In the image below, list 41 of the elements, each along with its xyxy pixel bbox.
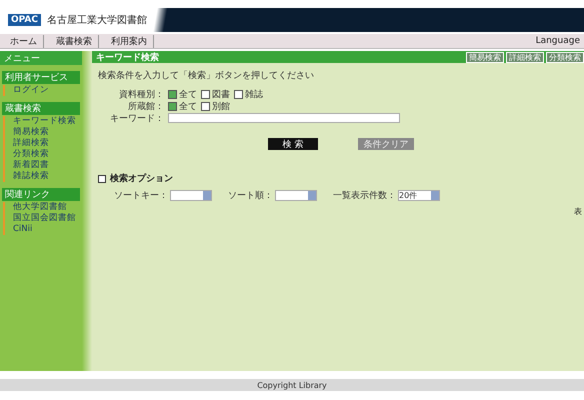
nav-link[interactable]: 蔵書検索 [50,34,99,48]
checkbox-label: 別館 [212,100,230,112]
checkbox[interactable] [201,102,210,110]
side-note: 表 [574,206,582,217]
page-title: キーワード検索 [96,51,159,64]
select-field[interactable] [275,190,317,201]
sidebar-title: メニュー [0,51,82,65]
options-heading: 検索オプション [110,172,173,185]
site-title: 名古屋工業大学図書館 [47,14,147,27]
checkbox-label: 雑誌 [245,88,263,100]
checkbox[interactable] [168,102,177,110]
nav-link[interactable]: ホーム [4,34,44,48]
clear-button[interactable]: 条件クリア [358,138,414,150]
checkbox[interactable] [234,90,243,98]
search-tab[interactable]: 詳細検索 [506,52,544,62]
instruction-text: 検索条件を入力して「検索」ボタンを押してください [98,70,315,82]
sidebar-heading: 蔵書検索 [2,102,80,115]
checkbox-label: 図書 [212,88,230,100]
keyword-label: キーワード： [109,112,164,124]
checkbox-label: 全て [179,100,197,112]
keyword-field[interactable] [168,113,400,123]
search-tab[interactable]: 簡易検索 [466,52,504,62]
sidebar-heading: 利用者サービス [2,71,80,84]
nav-link[interactable]: 利用案内 [105,34,154,48]
search-button[interactable]: 検 索 [268,138,318,150]
language-link[interactable]: Language [536,36,580,46]
select-field[interactable] [170,190,212,201]
select-field[interactable]: 20件 [398,190,440,201]
footer-text: Copyright Library [257,380,327,390]
filter-label: 所蔵館： [127,100,164,112]
select-label: ソートキー： [114,190,168,202]
logo: OPAC [8,14,41,26]
select-label: 一覧表示件数： [333,190,396,202]
select-label: ソート順： [228,190,273,202]
checkbox-label: 全て [179,88,197,100]
search-tab[interactable]: 分類検索 [546,52,584,62]
filter-label: 資料種別： [118,88,164,100]
expand-toggle[interactable] [98,174,106,182]
sidebar-heading: 関連リンク [2,188,80,201]
checkbox[interactable] [168,90,177,98]
checkbox[interactable] [201,90,210,98]
